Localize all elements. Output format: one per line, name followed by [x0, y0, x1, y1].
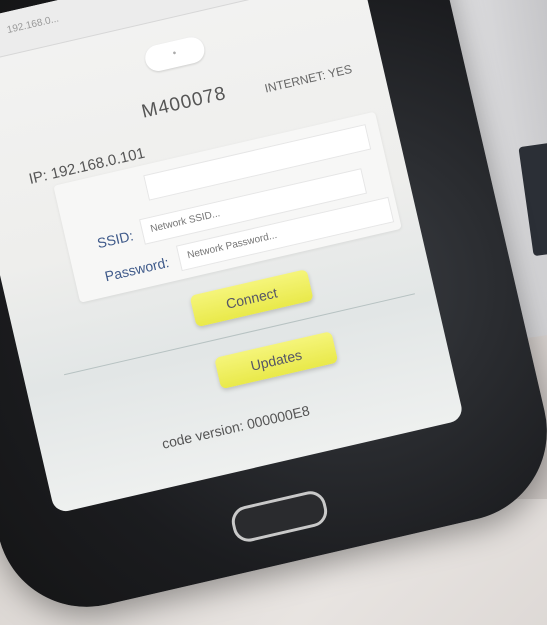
phone-screen: ⌂ ▲ 192.168.0... • M400078 INTERNET: YES…: [0, 0, 465, 514]
phone-home-button[interactable]: [228, 488, 331, 545]
top-pill-button[interactable]: •: [142, 34, 207, 74]
updates-button[interactable]: Updates: [214, 331, 339, 390]
phone-body: ⌂ ▲ 192.168.0... • M400078 INTERNET: YES…: [0, 0, 547, 625]
url-text[interactable]: 192.168.0...: [6, 14, 60, 37]
device-name: M400078: [139, 82, 229, 123]
connect-button[interactable]: Connect: [189, 269, 314, 328]
internet-status: INTERNET: YES: [263, 61, 354, 96]
warning-icon: ▲: [0, 26, 3, 44]
code-version: code version: 000000E8: [160, 402, 312, 452]
ssid-label: SSID:: [95, 227, 135, 252]
password-label: Password:: [103, 254, 171, 285]
laptop-key-block: [518, 141, 547, 257]
wifi-form-card: SSID: Password:: [53, 111, 402, 303]
